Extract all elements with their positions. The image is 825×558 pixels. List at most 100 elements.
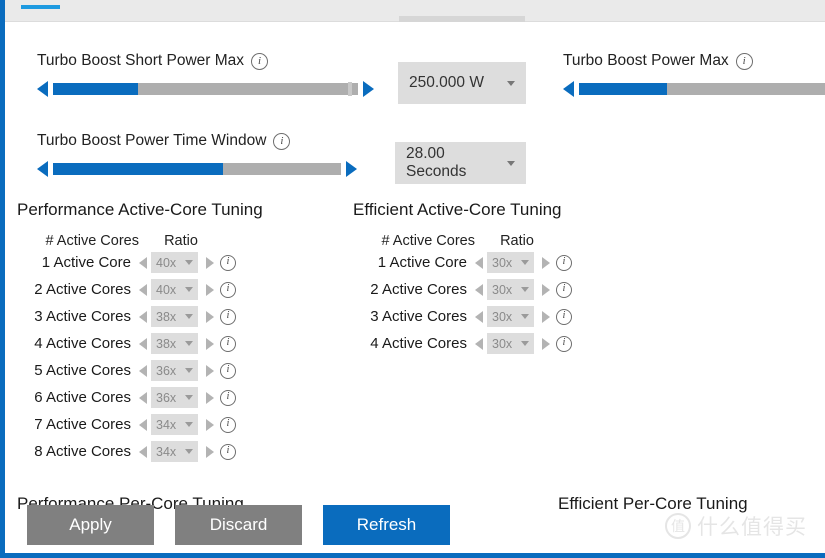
ratio-decrease-arrow-icon[interactable] xyxy=(475,337,483,350)
turbo-short-power-max-slider[interactable] xyxy=(37,81,374,97)
ratio-decrease-arrow-icon[interactable] xyxy=(139,445,147,458)
core-row: 1 Active Core 40x i xyxy=(17,249,263,276)
ratio-dropdown[interactable]: 30x xyxy=(487,252,534,273)
ratio-value: 40x xyxy=(156,282,177,297)
info-icon[interactable]: i xyxy=(220,281,236,298)
ratio-decrease-arrow-icon[interactable] xyxy=(139,337,147,350)
ratio-decrease-arrow-icon[interactable] xyxy=(475,283,483,296)
turbo-power-max-value-group: 250.000 W xyxy=(398,62,526,104)
ratio-decrease-arrow-icon[interactable] xyxy=(139,364,147,377)
info-icon[interactable]: i xyxy=(220,389,236,406)
ratio-increase-arrow-icon[interactable] xyxy=(206,445,214,458)
info-icon[interactable]: i xyxy=(220,254,236,271)
ratio-dropdown[interactable]: 30x xyxy=(487,333,534,354)
chevron-down-icon xyxy=(185,449,193,454)
turbo-power-max-dropdown[interactable]: 250.000 W xyxy=(398,62,526,104)
core-row: 8 Active Cores 34x i xyxy=(17,438,263,465)
efficient-per-core-tuning-title: Efficient Per-Core Tuning xyxy=(558,494,748,513)
ratio-decrease-arrow-icon[interactable] xyxy=(475,310,483,323)
ratio-increase-arrow-icon[interactable] xyxy=(542,283,550,296)
turbo-time-window-label: Turbo Boost Power Time Window xyxy=(37,132,267,149)
info-icon[interactable]: i xyxy=(220,443,236,460)
refresh-button[interactable]: Refresh xyxy=(323,505,450,545)
ratio-decrease-arrow-icon[interactable] xyxy=(139,283,147,296)
ratio-decrease-arrow-icon[interactable] xyxy=(139,256,147,269)
core-row: 3 Active Cores 38x i xyxy=(17,303,263,330)
ratio-increase-arrow-icon[interactable] xyxy=(206,391,214,404)
ratio-value: 30x xyxy=(492,309,513,324)
slider-decrease-arrow-icon[interactable] xyxy=(563,81,574,97)
ratio-increase-arrow-icon[interactable] xyxy=(542,310,550,323)
info-icon[interactable]: i xyxy=(220,362,236,379)
slider-fill xyxy=(53,83,139,95)
core-row: 6 Active Cores 36x i xyxy=(17,384,263,411)
slider-increase-arrow-icon[interactable] xyxy=(346,161,357,177)
turbo-time-window-dropdown[interactable]: 28.00 Seconds xyxy=(395,142,526,184)
turbo-time-window-slider[interactable] xyxy=(37,161,357,177)
ratio-decrease-arrow-icon[interactable] xyxy=(139,310,147,323)
tab-all[interactable]: All xyxy=(17,0,64,9)
tab-cache[interactable]: Cache xyxy=(125,0,196,8)
ratio-dropdown[interactable]: 38x xyxy=(151,333,198,354)
ratio-increase-arrow-icon[interactable] xyxy=(206,283,214,296)
ratio-dropdown[interactable]: 36x xyxy=(151,387,198,408)
ratio-increase-arrow-icon[interactable] xyxy=(206,310,214,323)
ratio-value: 30x xyxy=(492,282,513,297)
ratio-increase-arrow-icon[interactable] xyxy=(206,418,214,431)
core-row: 2 Active Cores 30x i xyxy=(353,276,572,303)
ratio-dropdown[interactable]: 36x xyxy=(151,360,198,381)
slider-track[interactable] xyxy=(53,163,341,175)
ratio-increase-arrow-icon[interactable] xyxy=(206,337,214,350)
ratio-dropdown[interactable]: 38x xyxy=(151,306,198,327)
turbo-short-power-max-label-row: Turbo Boost Short Power Max i xyxy=(37,52,374,70)
slider-thumb[interactable] xyxy=(348,82,352,96)
tab-graphics[interactable]: Graphics xyxy=(196,0,284,8)
chevron-down-icon xyxy=(185,368,193,373)
turbo-power-max-slider[interactable] xyxy=(563,81,825,97)
info-icon[interactable]: i xyxy=(251,52,269,70)
ratio-increase-arrow-icon[interactable] xyxy=(206,364,214,377)
ratio-increase-arrow-icon[interactable] xyxy=(542,337,550,350)
ratio-dropdown[interactable]: 40x xyxy=(151,252,198,273)
ratio-dropdown[interactable]: 30x xyxy=(487,279,534,300)
core-row: 7 Active Cores 34x i xyxy=(17,411,263,438)
ratio-decrease-arrow-icon[interactable] xyxy=(475,256,483,269)
info-icon[interactable]: i xyxy=(220,308,236,325)
turbo-short-power-max-label: Turbo Boost Short Power Max xyxy=(37,52,245,69)
efficient-active-core-tuning-panel: Efficient Active-Core Tuning # Active Co… xyxy=(353,200,572,357)
vertical-scrollbar[interactable] xyxy=(819,0,825,553)
info-icon[interactable]: i xyxy=(556,254,572,271)
slider-track[interactable] xyxy=(579,83,825,95)
efficient-panel-title: Efficient Active-Core Tuning xyxy=(353,200,562,219)
slider-decrease-arrow-icon[interactable] xyxy=(37,161,48,177)
tab-xmp[interactable]: XMP xyxy=(284,0,345,8)
efficient-core-rows: 1 Active Core 30x i 2 Active Cores 30x i 3 Act… xyxy=(353,249,572,357)
chevron-down-icon xyxy=(507,80,515,86)
slider-decrease-arrow-icon[interactable] xyxy=(37,81,48,97)
ratio-dropdown[interactable]: 34x xyxy=(151,441,198,462)
info-icon[interactable]: i xyxy=(556,335,572,352)
ratio-value: 30x xyxy=(492,255,513,270)
ratio-dropdown[interactable]: 40x xyxy=(151,279,198,300)
info-icon[interactable]: i xyxy=(220,416,236,433)
ratio-dropdown[interactable]: 34x xyxy=(151,414,198,435)
ratio-increase-arrow-icon[interactable] xyxy=(542,256,550,269)
discard-button[interactable]: Discard xyxy=(175,505,302,545)
chevron-down-icon xyxy=(185,314,193,319)
slider-track[interactable] xyxy=(53,82,358,96)
ratio-decrease-arrow-icon[interactable] xyxy=(139,391,147,404)
ratio-value: 30x xyxy=(492,336,513,351)
slider-increase-arrow-icon[interactable] xyxy=(363,81,374,97)
core-row: 4 Active Cores 38x i xyxy=(17,330,263,357)
info-icon[interactable]: i xyxy=(556,281,572,298)
tab-core[interactable]: Core xyxy=(64,0,125,8)
info-icon[interactable]: i xyxy=(273,132,291,150)
apply-button[interactable]: Apply xyxy=(27,505,154,545)
info-icon[interactable]: i xyxy=(220,335,236,352)
core-count-label: 5 Active Cores xyxy=(34,362,131,379)
info-icon[interactable]: i xyxy=(735,52,753,70)
ratio-dropdown[interactable]: 30x xyxy=(487,306,534,327)
ratio-increase-arrow-icon[interactable] xyxy=(206,256,214,269)
info-icon[interactable]: i xyxy=(556,308,572,325)
ratio-decrease-arrow-icon[interactable] xyxy=(139,418,147,431)
